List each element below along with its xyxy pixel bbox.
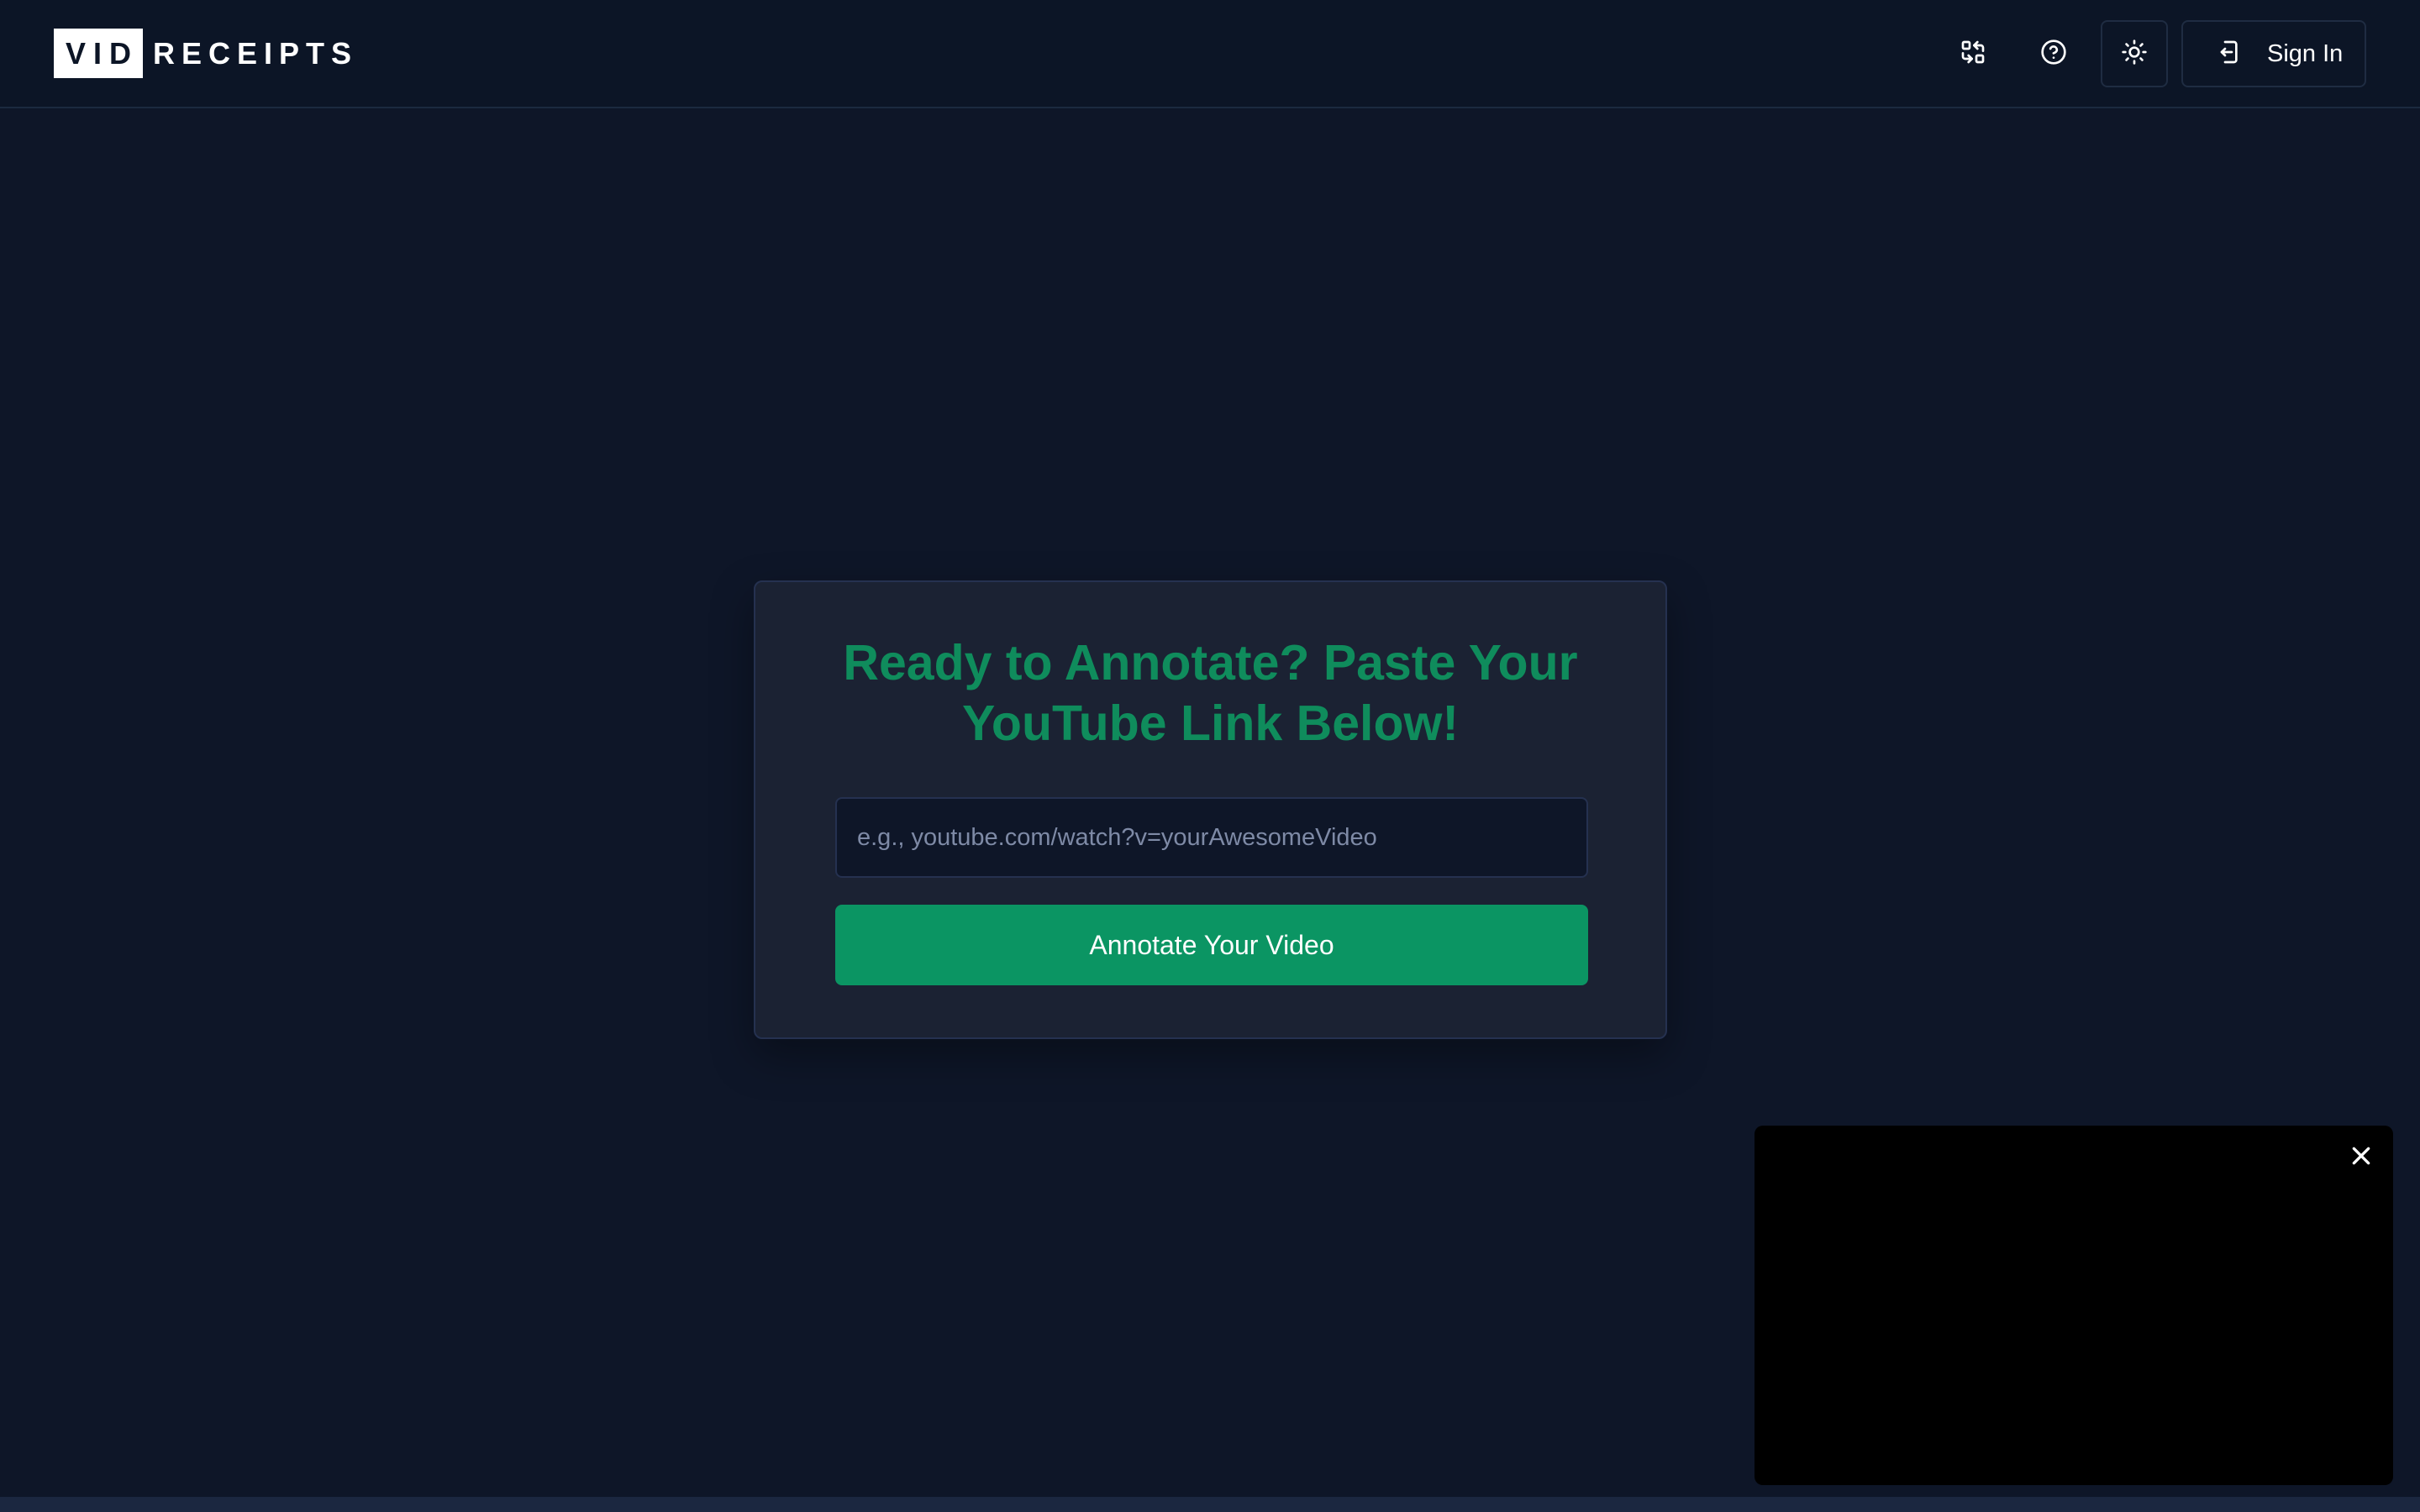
sun-icon — [2121, 39, 2148, 70]
sign-in-label: Sign In — [2267, 39, 2344, 67]
annotate-card: Ready to Annotate? Paste Your YouTube Li… — [754, 580, 1667, 1039]
help-circle-icon — [2040, 39, 2067, 70]
bottom-strip — [0, 1497, 2420, 1512]
top-header: VID RECEIPTS Sign In — [0, 0, 2420, 108]
switch-arrows-icon — [1960, 39, 1986, 70]
log-in-icon — [2215, 39, 2242, 70]
theme-toggle-button[interactable] — [2101, 20, 2168, 87]
annotate-video-button[interactable]: Annotate Your Video — [835, 905, 1588, 985]
page-title: Ready to Annotate? Paste Your YouTube Li… — [843, 635, 1578, 751]
help-button[interactable] — [2020, 20, 2087, 87]
logo-text: RECEIPTS — [153, 35, 359, 71]
youtube-url-input[interactable] — [835, 797, 1588, 878]
app-logo[interactable]: VID RECEIPTS — [54, 29, 358, 78]
sign-in-button[interactable]: Sign In — [2181, 20, 2366, 87]
logo-box: VID — [54, 29, 143, 78]
switch-button[interactable] — [1939, 20, 2007, 87]
video-player-panel[interactable] — [1754, 1126, 2393, 1485]
close-video-button[interactable] — [2344, 1141, 2378, 1174]
close-icon — [2350, 1145, 2372, 1171]
